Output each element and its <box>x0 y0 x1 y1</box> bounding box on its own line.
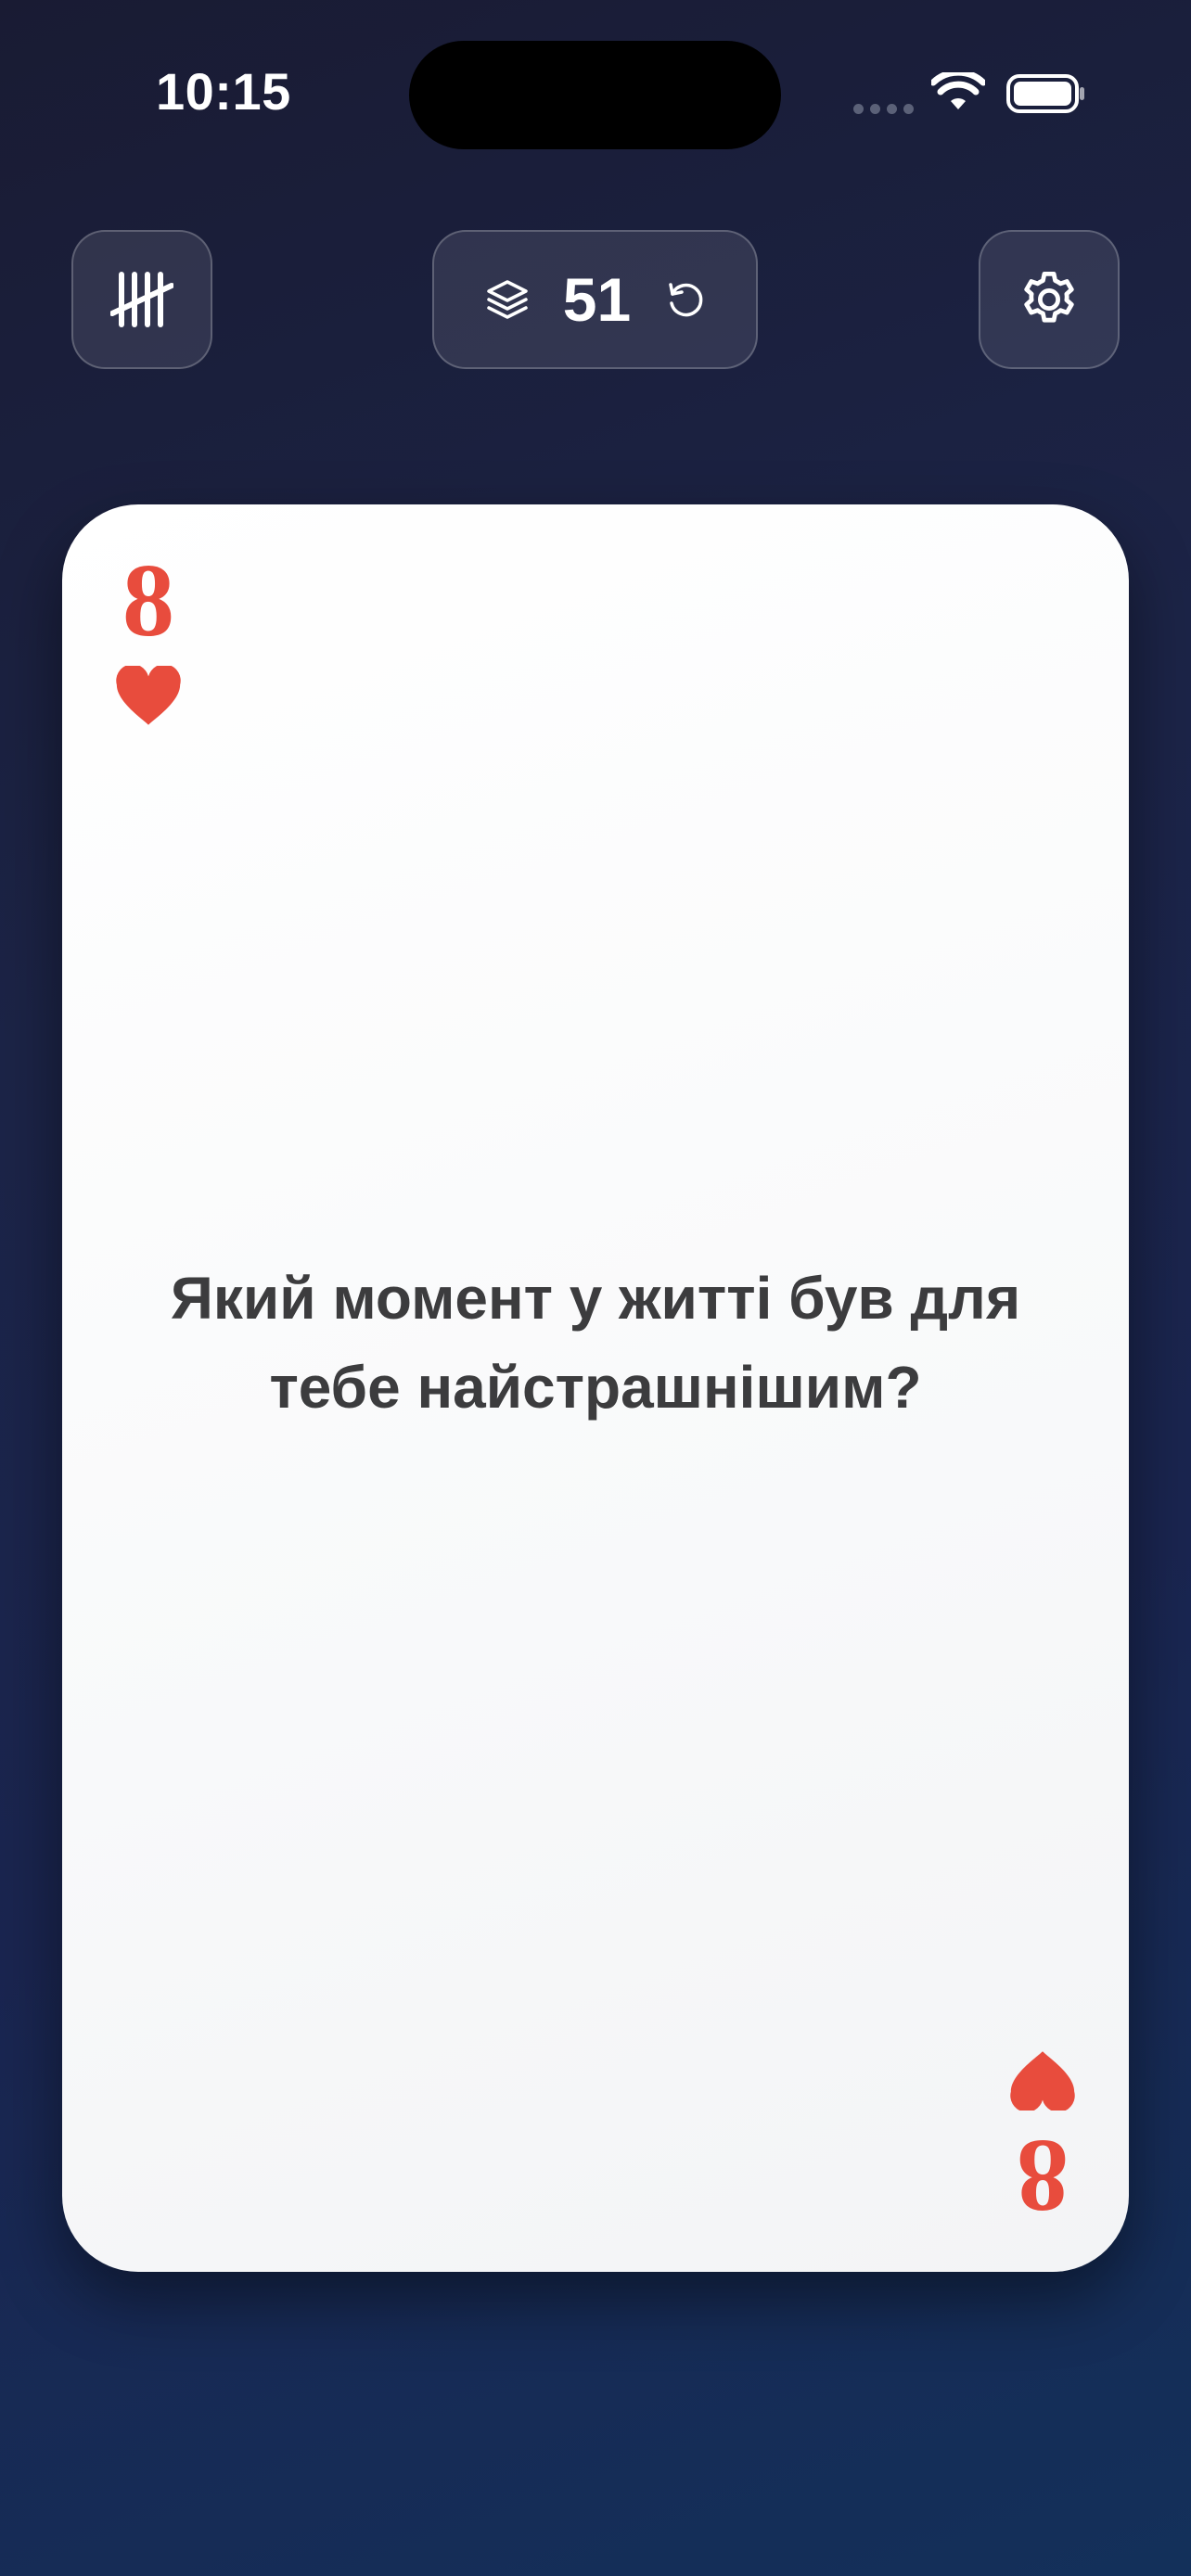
battery-icon <box>1006 74 1084 113</box>
gear-icon <box>1024 272 1074 323</box>
card-rank: 8 <box>122 543 174 658</box>
question-text: Який момент у житті був для тебе найстра… <box>170 1265 1021 1421</box>
card-rank: 8 <box>1017 2118 1069 2233</box>
question-card[interactable]: 8 Який момент у житті був для тебе найст… <box>62 504 1129 2272</box>
wifi-icon <box>931 72 985 109</box>
heart-suit-icon <box>1010 2051 1075 2111</box>
deck-count: 51 <box>562 265 632 334</box>
cellular-signal-icon <box>853 104 914 114</box>
tally-marks-icon <box>110 272 173 327</box>
deck-counter: 51 <box>432 230 758 369</box>
heart-suit-icon <box>116 666 181 725</box>
status-time: 10:15 <box>156 62 291 121</box>
reset-deck-button[interactable] <box>665 279 706 320</box>
settings-button[interactable] <box>979 230 1120 369</box>
layers-stack-icon <box>486 280 528 319</box>
tally-button[interactable] <box>71 230 212 369</box>
card-corner-bottom: 8 <box>1008 2049 1077 2233</box>
card-corner-top: 8 <box>114 543 183 727</box>
dynamic-island <box>409 41 781 149</box>
